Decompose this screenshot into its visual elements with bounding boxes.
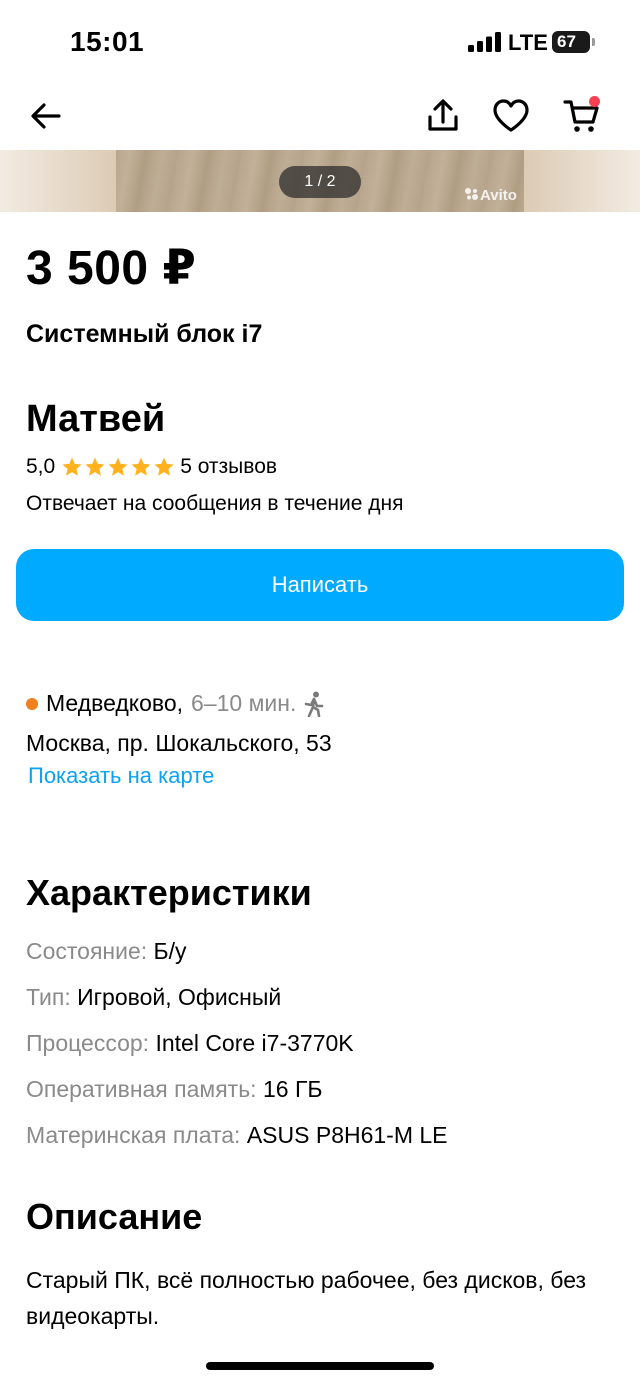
star-icon — [131, 457, 151, 476]
spec-label: Состояние: — [26, 938, 148, 964]
back-button[interactable] — [24, 94, 68, 138]
favorite-button[interactable] — [489, 94, 533, 138]
reviews-count: 5 отзывов — [180, 455, 278, 478]
listing-page: 15:01 LTE 67 1 / 2 Avito 3 500 ₽ Системн… — [0, 0, 640, 1386]
cart-badge-dot — [589, 96, 600, 107]
spec-value: Intel Core i7-3770K — [155, 1030, 354, 1056]
spec-row: Оперативная память: 16 ГБ — [26, 1076, 323, 1103]
seller-rating[interactable]: 5,0 5 отзывов — [26, 454, 277, 480]
status-time: 15:01 — [70, 26, 145, 57]
battery-icon: 67 — [552, 31, 590, 53]
heart-icon — [493, 99, 529, 132]
battery-tip — [592, 38, 595, 46]
spec-label: Процессор: — [26, 1030, 150, 1056]
home-indicator[interactable] — [206, 1362, 434, 1370]
star-icon — [108, 457, 128, 476]
rating-stars — [61, 456, 176, 478]
arrow-left-icon — [31, 103, 61, 129]
metro-line-dot — [26, 697, 38, 710]
star-icon — [62, 457, 82, 476]
write-message-label: Написать — [271, 572, 369, 597]
metro-name: Медведково, — [46, 690, 184, 716]
metro-station: Медведково, 6–10 мин. — [26, 690, 326, 717]
price: 3 500 ₽ — [26, 242, 197, 295]
nav-bar — [0, 86, 640, 148]
spec-value: Игровой, Офисный — [77, 984, 282, 1010]
avito-watermark: Avito — [464, 187, 517, 204]
avito-logo-icon — [465, 188, 478, 200]
spec-label: Материнская плата: — [26, 1122, 241, 1148]
response-time: Отвечает на сообщения в течение дня — [26, 492, 404, 515]
spec-row: Материнская плата: ASUS P8H61-M LE — [26, 1122, 448, 1149]
spec-row: Тип: Игровой, Офисный — [26, 984, 281, 1011]
gallery-prev-photo — [0, 150, 116, 212]
share-icon — [428, 99, 458, 131]
write-message-button[interactable]: Написать — [16, 549, 624, 621]
address: Москва, пр. Шокальского, 53 — [26, 730, 332, 756]
star-icon — [154, 457, 174, 476]
walk-time: 6–10 мин. — [191, 690, 297, 716]
network-type: LTE — [508, 30, 548, 55]
listing-title: Системный блок i7 — [26, 320, 263, 348]
spec-value: Б/у — [153, 938, 187, 964]
seller-name[interactable]: Матвей — [26, 398, 165, 441]
gallery-counter: 1 / 2 — [279, 166, 361, 198]
spec-value: 16 ГБ — [262, 1076, 323, 1102]
spec-label: Тип: — [26, 984, 71, 1010]
gallery-next-photo — [524, 150, 640, 212]
spec-row: Состояние: Б/у — [26, 938, 187, 965]
description-title: Описание — [26, 1196, 203, 1237]
star-icon — [85, 457, 105, 476]
signal-icon — [468, 32, 501, 52]
rating-value: 5,0 — [26, 455, 56, 478]
spec-label: Оперативная память: — [26, 1076, 257, 1102]
walking-icon — [305, 691, 324, 717]
description-text: Старый ПК, всё полностью рабочее, без ди… — [26, 1267, 587, 1329]
specs-title: Характеристики — [26, 872, 312, 913]
spec-row: Процессор: Intel Core i7-3770K — [26, 1030, 354, 1057]
status-bar: 15:01 LTE 67 — [0, 0, 640, 86]
show-on-map-link[interactable]: Показать на карте — [28, 763, 214, 789]
cart-button[interactable] — [560, 94, 604, 138]
watermark-text: Avito — [480, 187, 517, 204]
share-button[interactable] — [421, 94, 465, 138]
spec-value: ASUS P8H61-M LE — [246, 1122, 448, 1148]
